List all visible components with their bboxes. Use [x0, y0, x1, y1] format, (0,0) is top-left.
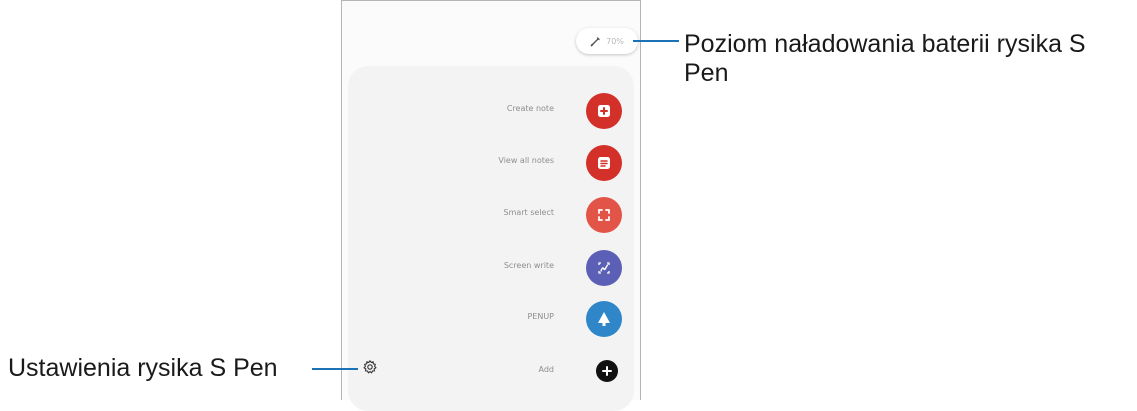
- menu-item-view-all-notes-label[interactable]: View all notes: [498, 156, 554, 165]
- create-note-icon[interactable]: [586, 93, 622, 129]
- battery-callout-label: Poziom naładowania baterii rysika S Pen: [684, 30, 1086, 87]
- battery-percent: 70%: [606, 36, 624, 46]
- view-all-notes-icon[interactable]: [586, 145, 622, 181]
- smart-select-icon[interactable]: [586, 197, 622, 233]
- menu-item-penup-label[interactable]: PENUP: [527, 312, 554, 321]
- settings-callout-line: [312, 368, 358, 370]
- s-pen-icon: [590, 36, 600, 46]
- add-icon[interactable]: [596, 360, 618, 382]
- screen-write-icon[interactable]: [586, 250, 622, 286]
- menu-item-screen-write-label[interactable]: Screen write: [504, 261, 554, 270]
- penup-icon[interactable]: [586, 301, 622, 337]
- settings-callout-label: Ustawienia rysika S Pen: [8, 354, 278, 382]
- menu-item-smart-select-label[interactable]: Smart select: [503, 208, 554, 217]
- menu-item-create-note-label[interactable]: Create note: [507, 104, 554, 113]
- battery-callout-line: [633, 40, 679, 42]
- menu-item-add-label[interactable]: Add: [539, 365, 555, 374]
- settings-gear-icon[interactable]: [362, 359, 378, 375]
- air-command-screen: 70% Create note View all notes Smart sel…: [341, 0, 641, 411]
- s-pen-battery-indicator: 70%: [576, 28, 638, 54]
